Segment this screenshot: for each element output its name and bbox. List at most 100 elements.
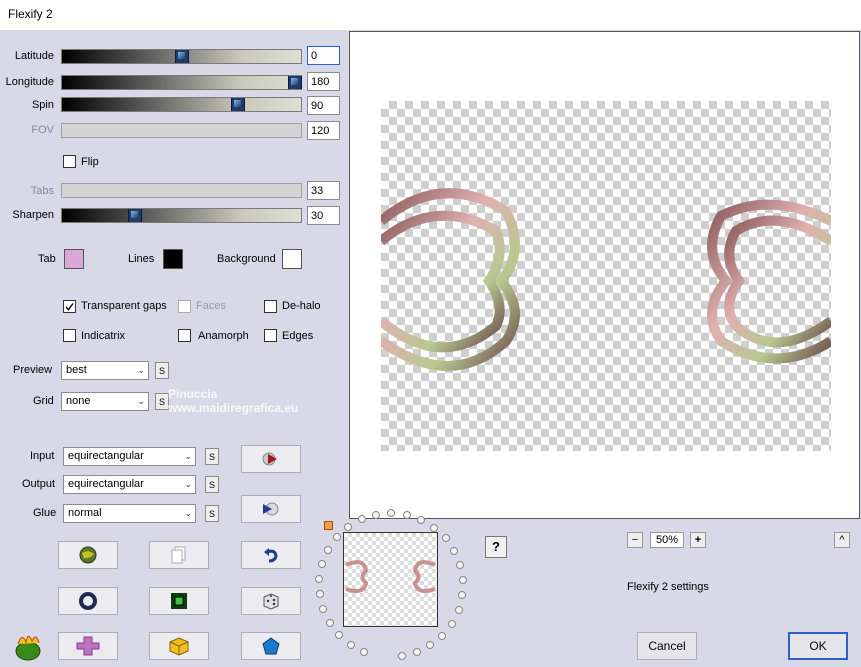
cube-button[interactable] bbox=[149, 632, 209, 660]
latitude-slider-thumb[interactable] bbox=[175, 50, 189, 63]
chevron-down-icon: ⌄ bbox=[137, 365, 145, 375]
ok-button[interactable]: OK bbox=[788, 632, 848, 660]
preview-mode-select[interactable]: best ⌄ bbox=[61, 361, 149, 380]
longitude-slider[interactable] bbox=[61, 75, 302, 90]
navigator-dial-dot[interactable] bbox=[325, 618, 334, 627]
glue-s-button[interactable]: S bbox=[205, 505, 219, 522]
navigator-dial-dot[interactable] bbox=[426, 641, 435, 650]
cross-button[interactable] bbox=[58, 632, 118, 660]
spin-slider-thumb[interactable] bbox=[231, 98, 245, 111]
sharpen-slider-thumb[interactable] bbox=[128, 209, 142, 222]
cancel-button[interactable]: Cancel bbox=[637, 632, 697, 660]
chevron-down-icon: ⌄ bbox=[137, 396, 145, 406]
preview-mode-s-button[interactable]: S bbox=[155, 362, 169, 379]
navigator-dial-dot[interactable] bbox=[324, 545, 333, 554]
grid-s-button[interactable]: S bbox=[155, 393, 169, 410]
gem-button[interactable] bbox=[241, 632, 301, 660]
copy-icon bbox=[171, 546, 186, 564]
navigator-dial-dot[interactable] bbox=[441, 533, 450, 542]
navigator-dial-dot[interactable] bbox=[412, 648, 421, 657]
navigator-dial-dot[interactable] bbox=[397, 652, 406, 661]
copy-button[interactable] bbox=[149, 541, 209, 569]
input-s-button[interactable]: S bbox=[205, 448, 219, 465]
output-s-button[interactable]: S bbox=[205, 476, 219, 493]
flip-label: Flip bbox=[81, 156, 99, 168]
navigator-dial-dot[interactable] bbox=[417, 515, 426, 524]
tab-color-swatch[interactable] bbox=[64, 249, 84, 269]
navigator-dial-dot[interactable] bbox=[447, 619, 456, 628]
de-halo-label: De-halo bbox=[282, 300, 321, 312]
latitude-slider[interactable] bbox=[61, 49, 302, 64]
grid-value: none bbox=[66, 395, 91, 407]
lines-color-swatch[interactable] bbox=[163, 249, 183, 269]
navigator-dial-dot[interactable] bbox=[344, 522, 353, 531]
glue-select[interactable]: normal ⌄ bbox=[63, 504, 196, 523]
navigator-dial-dot[interactable] bbox=[458, 591, 467, 600]
fov-input: 120 bbox=[307, 121, 340, 140]
output-select[interactable]: equirectangular ⌄ bbox=[63, 475, 196, 494]
logo-icon bbox=[12, 630, 44, 662]
minus-icon: − bbox=[631, 534, 639, 546]
navigator-dial-dot[interactable] bbox=[430, 523, 439, 532]
anamorph-checkbox[interactable] bbox=[178, 329, 191, 342]
longitude-slider-thumb[interactable] bbox=[288, 76, 302, 89]
background-color-label: Background bbox=[217, 253, 276, 265]
check-icon bbox=[65, 303, 74, 311]
glue-label: Glue bbox=[33, 507, 57, 519]
navigator-dial-dot[interactable] bbox=[458, 575, 467, 584]
indicatrix-checkbox[interactable] bbox=[63, 329, 76, 342]
ring-button[interactable] bbox=[58, 587, 118, 615]
preview-canvas[interactable] bbox=[349, 31, 860, 519]
navigator-dial-dot[interactable] bbox=[346, 640, 355, 649]
longitude-label: Longitude bbox=[5, 76, 54, 88]
navigator-dial-dot[interactable] bbox=[438, 631, 447, 640]
transparent-gaps-checkbox[interactable] bbox=[63, 300, 76, 313]
navigator-thumbnail[interactable] bbox=[343, 532, 438, 627]
frame-icon bbox=[171, 593, 187, 609]
navigator-dial-dot[interactable] bbox=[450, 546, 459, 555]
background-color-swatch[interactable] bbox=[282, 249, 302, 269]
navigator-dial-dot[interactable] bbox=[372, 510, 381, 519]
frame-button[interactable] bbox=[149, 587, 209, 615]
latitude-input[interactable]: 0 bbox=[307, 46, 340, 65]
output-value: equirectangular bbox=[68, 478, 144, 490]
navigator-dial-dot[interactable] bbox=[454, 605, 463, 614]
lines-color-label: Lines bbox=[128, 253, 155, 265]
window-title: Flexify 2 bbox=[8, 7, 53, 21]
title-bar: Flexify 2 bbox=[0, 0, 861, 30]
swap-button[interactable] bbox=[241, 495, 301, 523]
longitude-input[interactable]: 180 bbox=[307, 72, 340, 91]
tabs-label: Tabs bbox=[30, 185, 54, 197]
navigator-marker-icon bbox=[324, 521, 333, 530]
sharpen-slider[interactable] bbox=[61, 208, 302, 223]
navigator-dial-dot[interactable] bbox=[315, 590, 324, 599]
navigator-dial-dot[interactable] bbox=[456, 560, 465, 569]
navigator-dial-dot[interactable] bbox=[319, 605, 328, 614]
navigator-dial-dot[interactable] bbox=[315, 574, 324, 583]
fov-label: FOV bbox=[31, 124, 54, 136]
navigator-dial-dot[interactable] bbox=[360, 647, 369, 656]
sharpen-input[interactable]: 30 bbox=[307, 206, 340, 225]
random-button[interactable] bbox=[241, 587, 301, 615]
zoom-in-button[interactable]: + bbox=[690, 532, 706, 548]
navigator-dial-dot[interactable] bbox=[357, 515, 366, 524]
play-button[interactable] bbox=[241, 445, 301, 473]
grid-select[interactable]: none ⌄ bbox=[61, 392, 149, 411]
question-icon: ? bbox=[492, 539, 500, 554]
navigator-dial-dot[interactable] bbox=[402, 510, 411, 519]
spin-input[interactable]: 90 bbox=[307, 96, 340, 115]
collapse-button[interactable]: ^ bbox=[834, 532, 850, 548]
edges-checkbox[interactable] bbox=[264, 329, 277, 342]
navigator-dial-dot[interactable] bbox=[333, 533, 342, 542]
help-button[interactable]: ? bbox=[485, 536, 507, 558]
de-halo-checkbox[interactable] bbox=[264, 300, 277, 313]
navigator-dial-dot[interactable] bbox=[318, 559, 327, 568]
undo-button[interactable] bbox=[241, 541, 301, 569]
zoom-out-button[interactable]: − bbox=[627, 532, 643, 548]
chevron-down-icon: ⌄ bbox=[184, 508, 192, 518]
spin-slider[interactable] bbox=[61, 97, 302, 112]
input-select[interactable]: equirectangular ⌄ bbox=[63, 447, 196, 466]
flip-checkbox[interactable] bbox=[63, 155, 76, 168]
navigator-dial-dot[interactable] bbox=[335, 630, 344, 639]
globe-button[interactable] bbox=[58, 541, 118, 569]
